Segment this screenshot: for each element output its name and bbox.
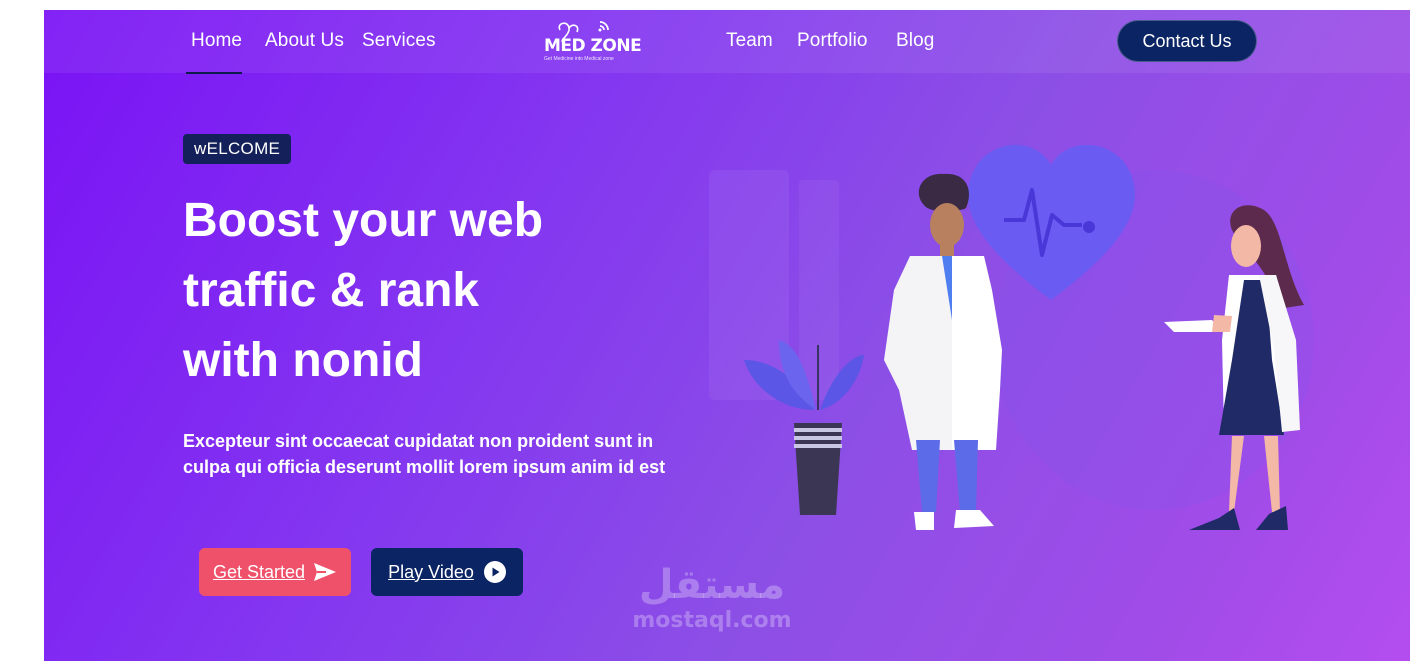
play-circle-icon (483, 561, 506, 583)
watermark-arabic: مستقل (638, 562, 786, 608)
watermark-latin: mostaql.com (632, 608, 792, 633)
brand-logo[interactable]: MED ZONE Get Medicine into Medical zone (542, 18, 642, 66)
headline-line: traffic & rank (183, 264, 480, 317)
headline-line: Boost your web (183, 194, 544, 247)
paper-plane-icon (314, 563, 337, 581)
hero-headline: Boost your web traffic & rank with nonid (183, 186, 663, 396)
headline-line: with nonid (183, 334, 423, 387)
logo-tagline: Get Medicine into Medical zone (544, 56, 614, 62)
nav-team[interactable]: Team (726, 30, 773, 52)
nav-blog[interactable]: Blog (896, 30, 934, 52)
play-video-label: Play Video (388, 561, 474, 582)
logo-text: MED ZONE (544, 36, 642, 56)
doctors-illustration (709, 144, 1314, 530)
nav-active-underline (186, 72, 242, 74)
play-video-button[interactable]: Play Video (371, 548, 523, 596)
contact-us-button[interactable]: Contact Us (1117, 20, 1257, 62)
nav-services[interactable]: Services (362, 30, 436, 52)
nav-home[interactable]: Home (191, 30, 242, 52)
mostaql-watermark: مستقل mostaql.com (622, 562, 802, 634)
nav-about-us[interactable]: About Us (265, 30, 344, 52)
hero-description: Excepteur sint occaecat cupidatat non pr… (183, 431, 666, 477)
top-navigation: Home About Us Services MED ZONE Get Medi… (44, 10, 1410, 74)
welcome-badge: wELCOME (183, 134, 292, 164)
hero-section: Home About Us Services MED ZONE Get Medi… (44, 10, 1410, 661)
nav-portfolio[interactable]: Portfolio (797, 30, 868, 52)
get-started-label: Get Started (212, 561, 306, 582)
get-started-button[interactable]: Get Started (199, 548, 351, 596)
